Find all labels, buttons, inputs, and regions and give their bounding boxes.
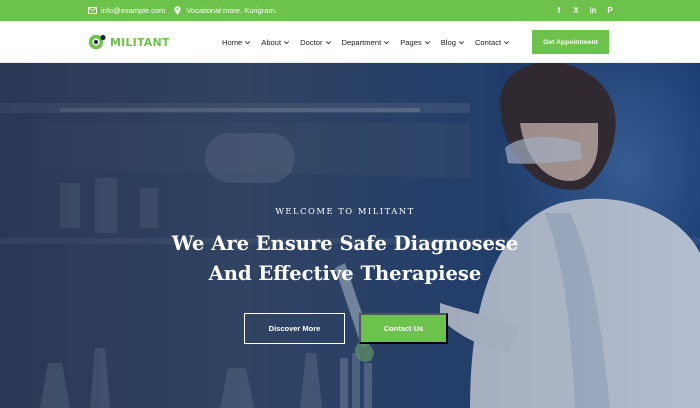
- nav-label: Home: [222, 37, 243, 47]
- hero-eyebrow: WELCOME TO MILITANT: [275, 206, 415, 216]
- social-links: f X in P: [555, 0, 614, 21]
- hero-headline-line-1: We Are Ensure Safe Diagnosese: [171, 232, 519, 255]
- pinterest-icon[interactable]: P: [606, 6, 614, 15]
- address-text: Vocational more, Kurigram.: [186, 6, 277, 15]
- nav-label: Pages: [400, 37, 422, 47]
- main-nav: Home About Doctor Department Pages Blog …: [222, 21, 510, 63]
- facebook-icon[interactable]: f: [555, 6, 563, 15]
- discover-more-button[interactable]: Discover More: [244, 313, 345, 344]
- nav-item-blog[interactable]: Blog: [441, 38, 465, 47]
- logo-text: MILITANT: [110, 35, 170, 49]
- get-appointment-button[interactable]: Get Appointment: [532, 30, 609, 54]
- nav-item-home[interactable]: Home: [222, 38, 251, 47]
- hero-headline: We Are Ensure Safe Diagnosese And Effect…: [0, 229, 690, 289]
- nav-item-department[interactable]: Department: [342, 38, 391, 47]
- envelope-icon: [88, 6, 97, 15]
- address: Vocational more, Kurigram.: [173, 6, 277, 15]
- chevron-down-icon: [458, 40, 464, 44]
- nav-item-doctor[interactable]: Doctor: [300, 38, 331, 47]
- chevron-down-icon: [245, 40, 251, 44]
- chevron-down-icon: [504, 40, 510, 44]
- linkedin-icon[interactable]: in: [589, 6, 597, 15]
- nav-item-contact[interactable]: Contact: [475, 38, 510, 47]
- nav-label: Doctor: [300, 37, 323, 47]
- chevron-down-icon: [384, 40, 390, 44]
- logo-mark-icon: [88, 34, 106, 50]
- top-bar: info@example.com Vocational more, Kurigr…: [0, 0, 700, 21]
- hero-section: WELCOME TO MILITANT We Are Ensure Safe D…: [0, 63, 700, 408]
- email-text: info@example.com: [101, 6, 166, 15]
- nav-item-about[interactable]: About: [261, 38, 290, 47]
- chevron-down-icon: [424, 40, 430, 44]
- nav-label: Blog: [440, 37, 456, 47]
- nav-item-pages[interactable]: Pages: [400, 38, 431, 47]
- nav-label: Contact: [474, 37, 502, 47]
- chevron-down-icon: [325, 40, 331, 44]
- x-twitter-icon[interactable]: X: [572, 6, 580, 15]
- hero-headline-line-2: And Effective Therapiese: [208, 262, 482, 285]
- nav-label: Department: [341, 37, 382, 47]
- map-pin-icon: [173, 6, 182, 15]
- email-link[interactable]: info@example.com: [88, 6, 165, 15]
- chevron-down-icon: [284, 40, 290, 44]
- contact-us-button[interactable]: Contact Us: [359, 313, 448, 344]
- hero-content: WELCOME TO MILITANT We Are Ensure Safe D…: [0, 63, 700, 408]
- contact-info: info@example.com Vocational more, Kurigr…: [88, 0, 277, 21]
- logo[interactable]: MILITANT: [88, 33, 170, 51]
- nav-label: About: [261, 37, 282, 47]
